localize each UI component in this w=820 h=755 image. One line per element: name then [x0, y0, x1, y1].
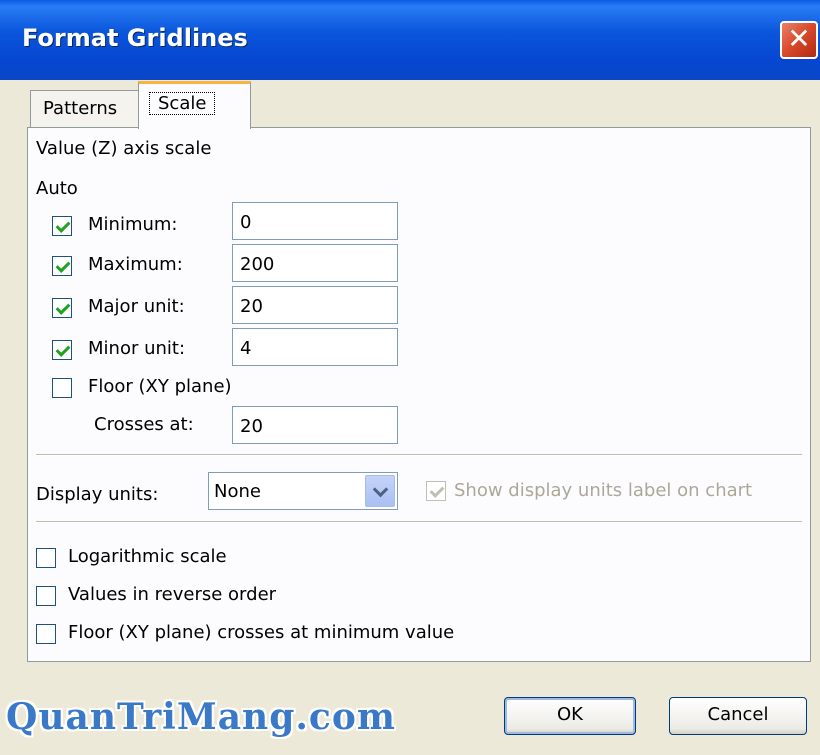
logarithmic-checkbox[interactable]: [36, 548, 56, 568]
minimum-input[interactable]: 0: [232, 202, 398, 240]
window-title: Format Gridlines: [22, 24, 248, 52]
minor-unit-auto-checkbox[interactable]: [52, 340, 72, 360]
floor-auto-checkbox[interactable]: [52, 378, 72, 398]
scale-panel: Value (Z) axis scale Auto Minimum: 0 Max…: [27, 127, 811, 662]
show-units-label-text: Show display units label on chart: [454, 480, 753, 501]
minimum-label: Minimum:: [88, 214, 178, 235]
cancel-button[interactable]: Cancel: [669, 697, 807, 735]
crosses-at-label: Crosses at:: [94, 414, 194, 435]
display-units-value: None: [214, 481, 261, 502]
crosses-at-input[interactable]: 20: [232, 406, 398, 444]
axis-scale-heading: Value (Z) axis scale: [36, 138, 212, 159]
maximum-auto-checkbox[interactable]: [52, 256, 72, 276]
reverse-order-label: Values in reverse order: [68, 584, 277, 605]
maximum-label: Maximum:: [88, 254, 183, 275]
logarithmic-label: Logarithmic scale: [68, 546, 227, 567]
chevron-down-icon[interactable]: [365, 475, 395, 507]
minor-unit-input[interactable]: 4: [232, 328, 398, 366]
auto-label: Auto: [36, 178, 78, 199]
maximum-input[interactable]: 200: [232, 244, 398, 282]
minimum-auto-checkbox[interactable]: [52, 216, 72, 236]
major-unit-auto-checkbox[interactable]: [52, 298, 72, 318]
close-button[interactable]: ✕: [780, 21, 818, 59]
floor-min-checkbox[interactable]: [36, 624, 56, 644]
watermark-logo: QuanTriMang.com: [6, 696, 396, 738]
tab-patterns[interactable]: Patterns: [30, 90, 140, 128]
floor-min-label: Floor (XY plane) crosses at minimum valu…: [68, 622, 455, 643]
ok-button[interactable]: OK: [504, 697, 636, 735]
minor-unit-label: Minor unit:: [88, 338, 186, 359]
separator: [36, 454, 802, 456]
major-unit-label: Major unit:: [88, 296, 185, 317]
major-unit-input[interactable]: 20: [232, 286, 398, 324]
display-units-label: Display units:: [36, 484, 159, 505]
tab-label: Patterns: [43, 98, 118, 119]
floor-label: Floor (XY plane): [88, 376, 232, 397]
tab-label: Scale: [149, 92, 216, 115]
display-units-select[interactable]: None: [208, 472, 398, 510]
reverse-order-checkbox[interactable]: [36, 586, 56, 606]
show-units-label-checkbox[interactable]: [426, 481, 446, 501]
close-icon: ✕: [787, 22, 811, 55]
separator: [36, 521, 802, 523]
title-bar[interactable]: Format Gridlines ✕: [0, 0, 820, 80]
tab-scale[interactable]: Scale: [138, 81, 251, 129]
